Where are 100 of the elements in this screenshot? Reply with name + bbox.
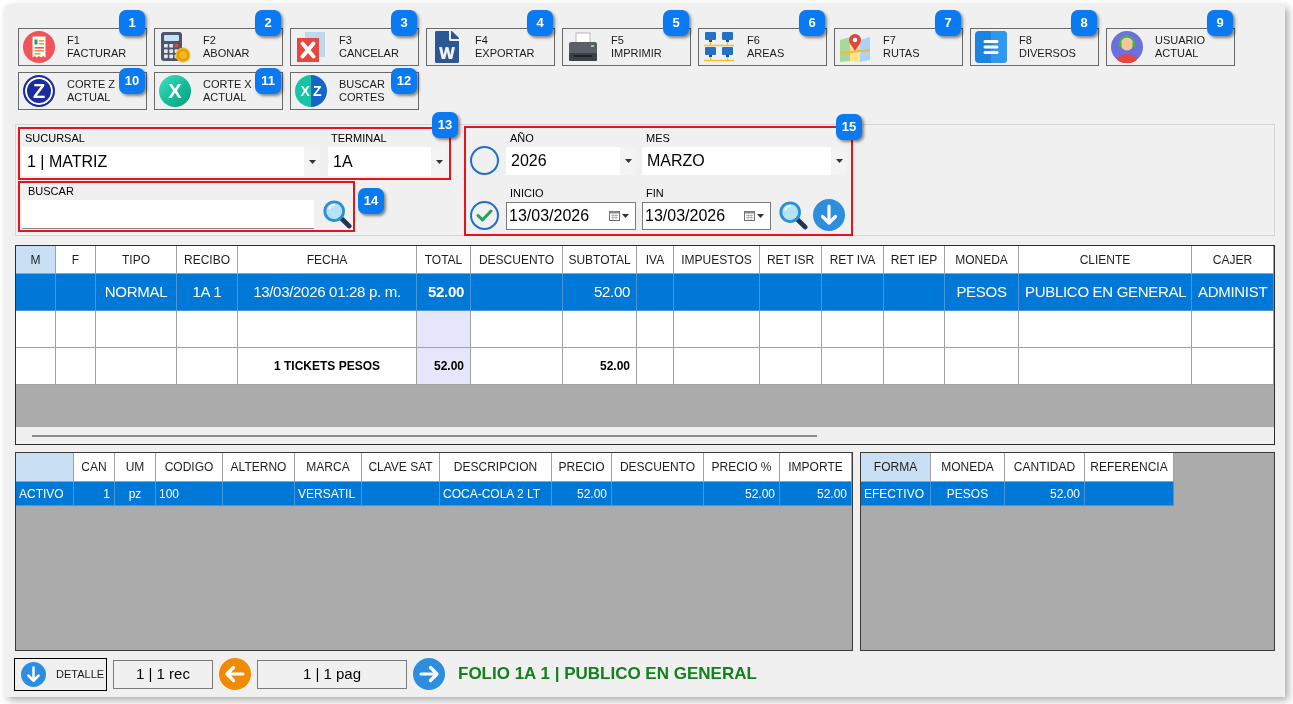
detail-button[interactable]: DETALLE <box>14 657 107 691</box>
table-cell: VERSATIL <box>295 482 362 506</box>
receipt-icon <box>23 31 55 63</box>
field-label: AÑO <box>509 132 535 144</box>
dropdown[interactable]: 1 | MATRIZ <box>22 147 320 176</box>
field-label: INICIO <box>509 187 545 199</box>
date-field[interactable]: 13/03/2026 <box>642 202 771 230</box>
toolbar-button[interactable]: F3 CANCELAR <box>290 28 419 66</box>
toolbar-button[interactable]: USUARIO ACTUAL <box>1106 28 1235 66</box>
search-icon <box>778 200 808 230</box>
column-header[interactable]: TIPO <box>96 246 177 274</box>
column-header[interactable]: MONEDA <box>931 453 1005 482</box>
callout-number: 10 <box>119 68 145 94</box>
column-header[interactable]: FORMA <box>861 453 931 482</box>
table-row[interactable]: ACTIVO 1 pz 100 VERSATIL COCA-COLA 2 LT 52.00 52.00 52.00 <box>16 482 852 506</box>
search-button[interactable] <box>322 199 352 229</box>
dropdown[interactable]: 1A <box>328 147 447 176</box>
column-header[interactable]: CAN <box>74 453 115 482</box>
toolbar-button[interactable]: F1 FACTURAR <box>18 28 147 66</box>
table-cell: EFECTIVO <box>861 482 931 506</box>
calendar-icon <box>744 211 755 221</box>
calendar-icon <box>609 211 620 221</box>
column-header[interactable]: F <box>56 246 96 274</box>
column-header[interactable] <box>16 453 74 482</box>
column-header[interactable]: ALTERNO <box>223 453 295 482</box>
table-cell: 100 <box>156 482 223 506</box>
table-row[interactable]: EFECTIVO PESOS 52.00 <box>861 482 1174 506</box>
toolbar-button[interactable]: F2 ABONAR <box>154 28 283 66</box>
column-header[interactable]: CLIENTE <box>1019 246 1192 274</box>
column-header[interactable]: MARCA <box>295 453 362 482</box>
column-header[interactable]: IMPUESTOS <box>674 246 760 274</box>
caret-icon <box>835 159 843 163</box>
column-header[interactable]: CANTIDAD <box>1005 453 1085 482</box>
search-button[interactable] <box>778 200 808 230</box>
callout-number: 3 <box>391 10 417 36</box>
scrollbar-thumb[interactable] <box>32 434 817 437</box>
column-header[interactable]: RET IVA <box>822 246 884 274</box>
arrow-down-icon <box>21 661 46 687</box>
column-header[interactable]: DESCRIPCION <box>440 453 552 482</box>
next-page-button[interactable] <box>413 658 445 690</box>
column-header[interactable]: M <box>16 246 56 274</box>
cross-document-icon <box>295 31 327 63</box>
column-header[interactable]: TOTAL <box>417 246 471 274</box>
field-label: TERMINAL <box>330 131 388 145</box>
toolbar-button[interactable]: F5 IMPRIMIR <box>562 28 691 66</box>
horizontal-scrollbar[interactable] <box>16 427 1274 444</box>
arrow-right-icon <box>413 658 445 690</box>
toolbar-button[interactable]: F6 AREAS <box>698 28 827 66</box>
column-header[interactable]: IMPORTE <box>780 453 852 482</box>
table-cell: 52.00 <box>704 482 780 506</box>
previous-page-button[interactable] <box>219 658 251 690</box>
network-icon <box>703 31 735 63</box>
page-counter: 1 | 1 pag <box>257 659 407 689</box>
column-header[interactable]: SUBTOTAL <box>563 246 637 274</box>
column-header[interactable]: REFERENCIA <box>1085 453 1174 482</box>
column-header[interactable]: DESCUENTO <box>471 246 563 274</box>
callout-number: 2 <box>255 10 281 36</box>
caret-icon <box>624 159 632 163</box>
search-field[interactable] <box>22 199 314 229</box>
date-field[interactable]: 13/03/2026 <box>506 202 636 230</box>
column-header[interactable]: RET IEP <box>884 246 945 274</box>
toolbar-button[interactable]: F7 RUTAS <box>834 28 963 66</box>
download-button[interactable] <box>813 199 845 231</box>
table-cell: 52.00 <box>780 482 852 506</box>
radio-button[interactable] <box>470 201 499 230</box>
table-row[interactable]: 1 TICKETS PESOS 52.00 52.00 <box>16 348 1274 385</box>
column-header[interactable]: CODIGO <box>156 453 223 482</box>
column-header[interactable]: UM <box>115 453 156 482</box>
callout-number: 5 <box>663 10 689 36</box>
column-header[interactable]: RET ISR <box>760 246 822 274</box>
radio-button[interactable] <box>470 146 499 175</box>
table-cell: ACTIVO <box>16 482 74 506</box>
column-header[interactable]: DESCUENTO <box>612 453 704 482</box>
table-cell: 52.00 <box>552 482 612 506</box>
menu-icon <box>975 31 1007 63</box>
column-header[interactable]: MONEDA <box>945 246 1019 274</box>
column-header[interactable]: IVA <box>637 246 674 274</box>
column-header[interactable]: PRECIO <box>552 453 612 482</box>
field-label: SUCURSAL <box>24 131 86 145</box>
callout-number: 1 <box>119 10 145 36</box>
column-header[interactable]: RECIBO <box>177 246 238 274</box>
toolbar-button[interactable]: F8 DIVERSOS <box>970 28 1099 66</box>
column-header[interactable]: FECHA <box>238 246 417 274</box>
column-header[interactable]: CAJER <box>1192 246 1274 274</box>
caret-icon <box>308 159 316 164</box>
callout-number: 9 <box>1207 10 1233 36</box>
field-label: MES <box>645 132 671 144</box>
caret-icon <box>757 214 764 218</box>
table-row[interactable]: NORMAL 1A 1 13/03/2026 01:28 p. m. 52.00 52.00 PESOS PUBLICO EN GENERAL ADMINIST <box>16 274 1274 311</box>
table-row[interactable] <box>16 311 1274 348</box>
column-header[interactable]: CLAVE SAT <box>362 453 440 482</box>
column-header[interactable]: PRECIO % <box>704 453 780 482</box>
dropdown[interactable]: MARZO <box>642 147 847 175</box>
map-icon <box>839 31 871 63</box>
callout-number: 4 <box>527 10 553 36</box>
calculator-icon <box>159 31 191 63</box>
toolbar-button[interactable]: F4 EXPORTAR <box>426 28 555 66</box>
table-cell: 52.00 <box>1005 482 1085 506</box>
dropdown[interactable]: 2026 <box>506 147 636 175</box>
callout-number: 8 <box>1071 10 1097 36</box>
